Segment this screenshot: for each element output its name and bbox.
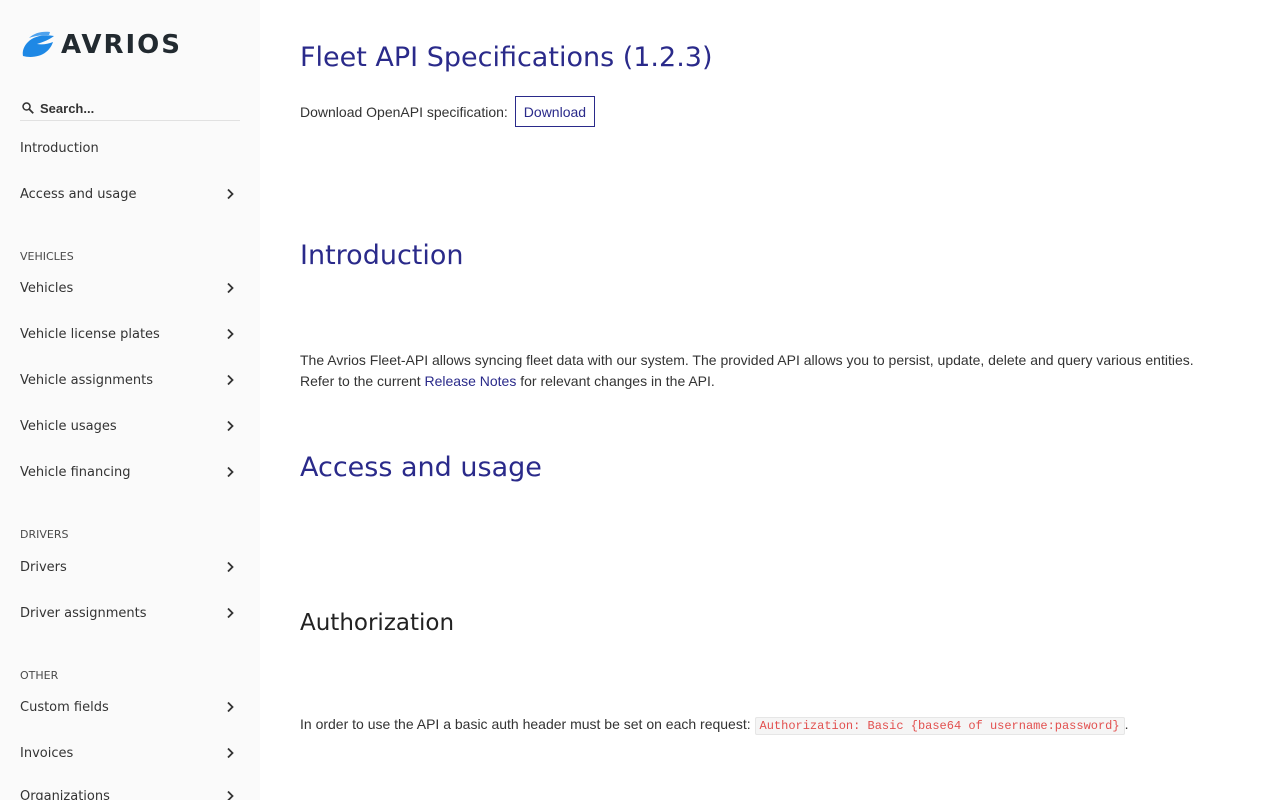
chevron-right-icon <box>227 328 234 340</box>
chevron-right-icon <box>227 701 234 713</box>
authorization-heading: Authorization <box>300 610 455 636</box>
introduction-heading: Introduction <box>300 240 464 271</box>
chevron-right-icon <box>227 607 234 619</box>
sidebar-item-invoices[interactable]: Invoices <box>20 742 240 764</box>
release-notes-link[interactable]: Release Notes <box>425 373 517 389</box>
wing-logo-icon <box>22 31 54 57</box>
auth-header-code: Authorization: Basic {base64 of username… <box>754 717 1125 735</box>
sidebar-item-vehicles[interactable]: Vehicles <box>20 277 240 299</box>
sidebar-item-access-and-usage[interactable]: Access and usage <box>20 183 240 205</box>
chevron-right-icon <box>227 466 234 478</box>
sidebar-item-label: Drivers <box>20 559 67 575</box>
sidebar-item-vehicle-license-plates[interactable]: Vehicle license plates <box>20 323 240 345</box>
page-title: Fleet API Specifications (1.2.3) <box>300 42 713 73</box>
introduction-text: The Avrios Fleet-API allows syncing flee… <box>300 350 1230 392</box>
sidebar-item-organizations[interactable]: Organizations <box>20 785 240 800</box>
search-input[interactable] <box>40 100 230 116</box>
section-label-vehicles: VEHICLES <box>20 250 74 263</box>
sidebar-item-drivers[interactable]: Drivers <box>20 556 240 578</box>
download-button[interactable]: Download <box>514 96 596 127</box>
sidebar-item-driver-assignments[interactable]: Driver assignments <box>20 602 240 624</box>
section-label-drivers: DRIVERS <box>20 528 69 541</box>
sidebar-item-label: Vehicle assignments <box>20 372 154 388</box>
sidebar: AVRIOS Introduction Access and usage VEH… <box>0 0 260 800</box>
intro-text-end: for relevant changes in the API. <box>516 373 715 389</box>
chevron-right-icon <box>227 747 234 759</box>
authorization-text: In order to use the API a basic auth hea… <box>300 714 1230 737</box>
sidebar-item-label: Invoices <box>20 745 74 761</box>
access-and-usage-heading: Access and usage <box>300 452 542 483</box>
sidebar-item-vehicle-usages[interactable]: Vehicle usages <box>20 415 240 437</box>
search-icon <box>22 102 34 114</box>
sidebar-item-label: Organizations <box>20 788 110 800</box>
search-box <box>20 96 240 121</box>
section-label-other: OTHER <box>20 669 59 682</box>
chevron-right-icon <box>227 561 234 573</box>
chevron-right-icon <box>227 374 234 386</box>
sidebar-item-label: Driver assignments <box>20 605 147 621</box>
sidebar-item-vehicle-assignments[interactable]: Vehicle assignments <box>20 369 240 391</box>
avrios-logo[interactable]: AVRIOS <box>20 30 182 60</box>
sidebar-item-label: Vehicle usages <box>20 418 117 434</box>
sidebar-item-label: Vehicle license plates <box>20 326 160 342</box>
sidebar-item-label: Access and usage <box>20 186 137 202</box>
sidebar-item-label: Custom fields <box>20 699 109 715</box>
sidebar-item-vehicle-financing[interactable]: Vehicle financing <box>20 461 240 483</box>
main-content: Fleet API Specifications (1.2.3) Downloa… <box>300 0 1240 800</box>
sidebar-item-custom-fields[interactable]: Custom fields <box>20 696 240 718</box>
sidebar-item-introduction[interactable]: Introduction <box>20 137 240 159</box>
chevron-right-icon <box>227 188 234 200</box>
sidebar-item-label: Vehicles <box>20 280 74 296</box>
download-label: Download OpenAPI specification: <box>300 103 508 120</box>
brand-name: AVRIOS <box>61 30 183 60</box>
download-row: Download OpenAPI specification: Download <box>300 96 596 127</box>
chevron-right-icon <box>227 420 234 432</box>
chevron-right-icon <box>227 282 234 294</box>
auth-text: In order to use the API a basic auth hea… <box>300 716 755 732</box>
sidebar-item-label: Vehicle financing <box>20 464 131 480</box>
auth-text-end: . <box>1124 716 1129 732</box>
chevron-right-icon <box>227 790 234 800</box>
sidebar-item-label: Introduction <box>20 140 99 156</box>
